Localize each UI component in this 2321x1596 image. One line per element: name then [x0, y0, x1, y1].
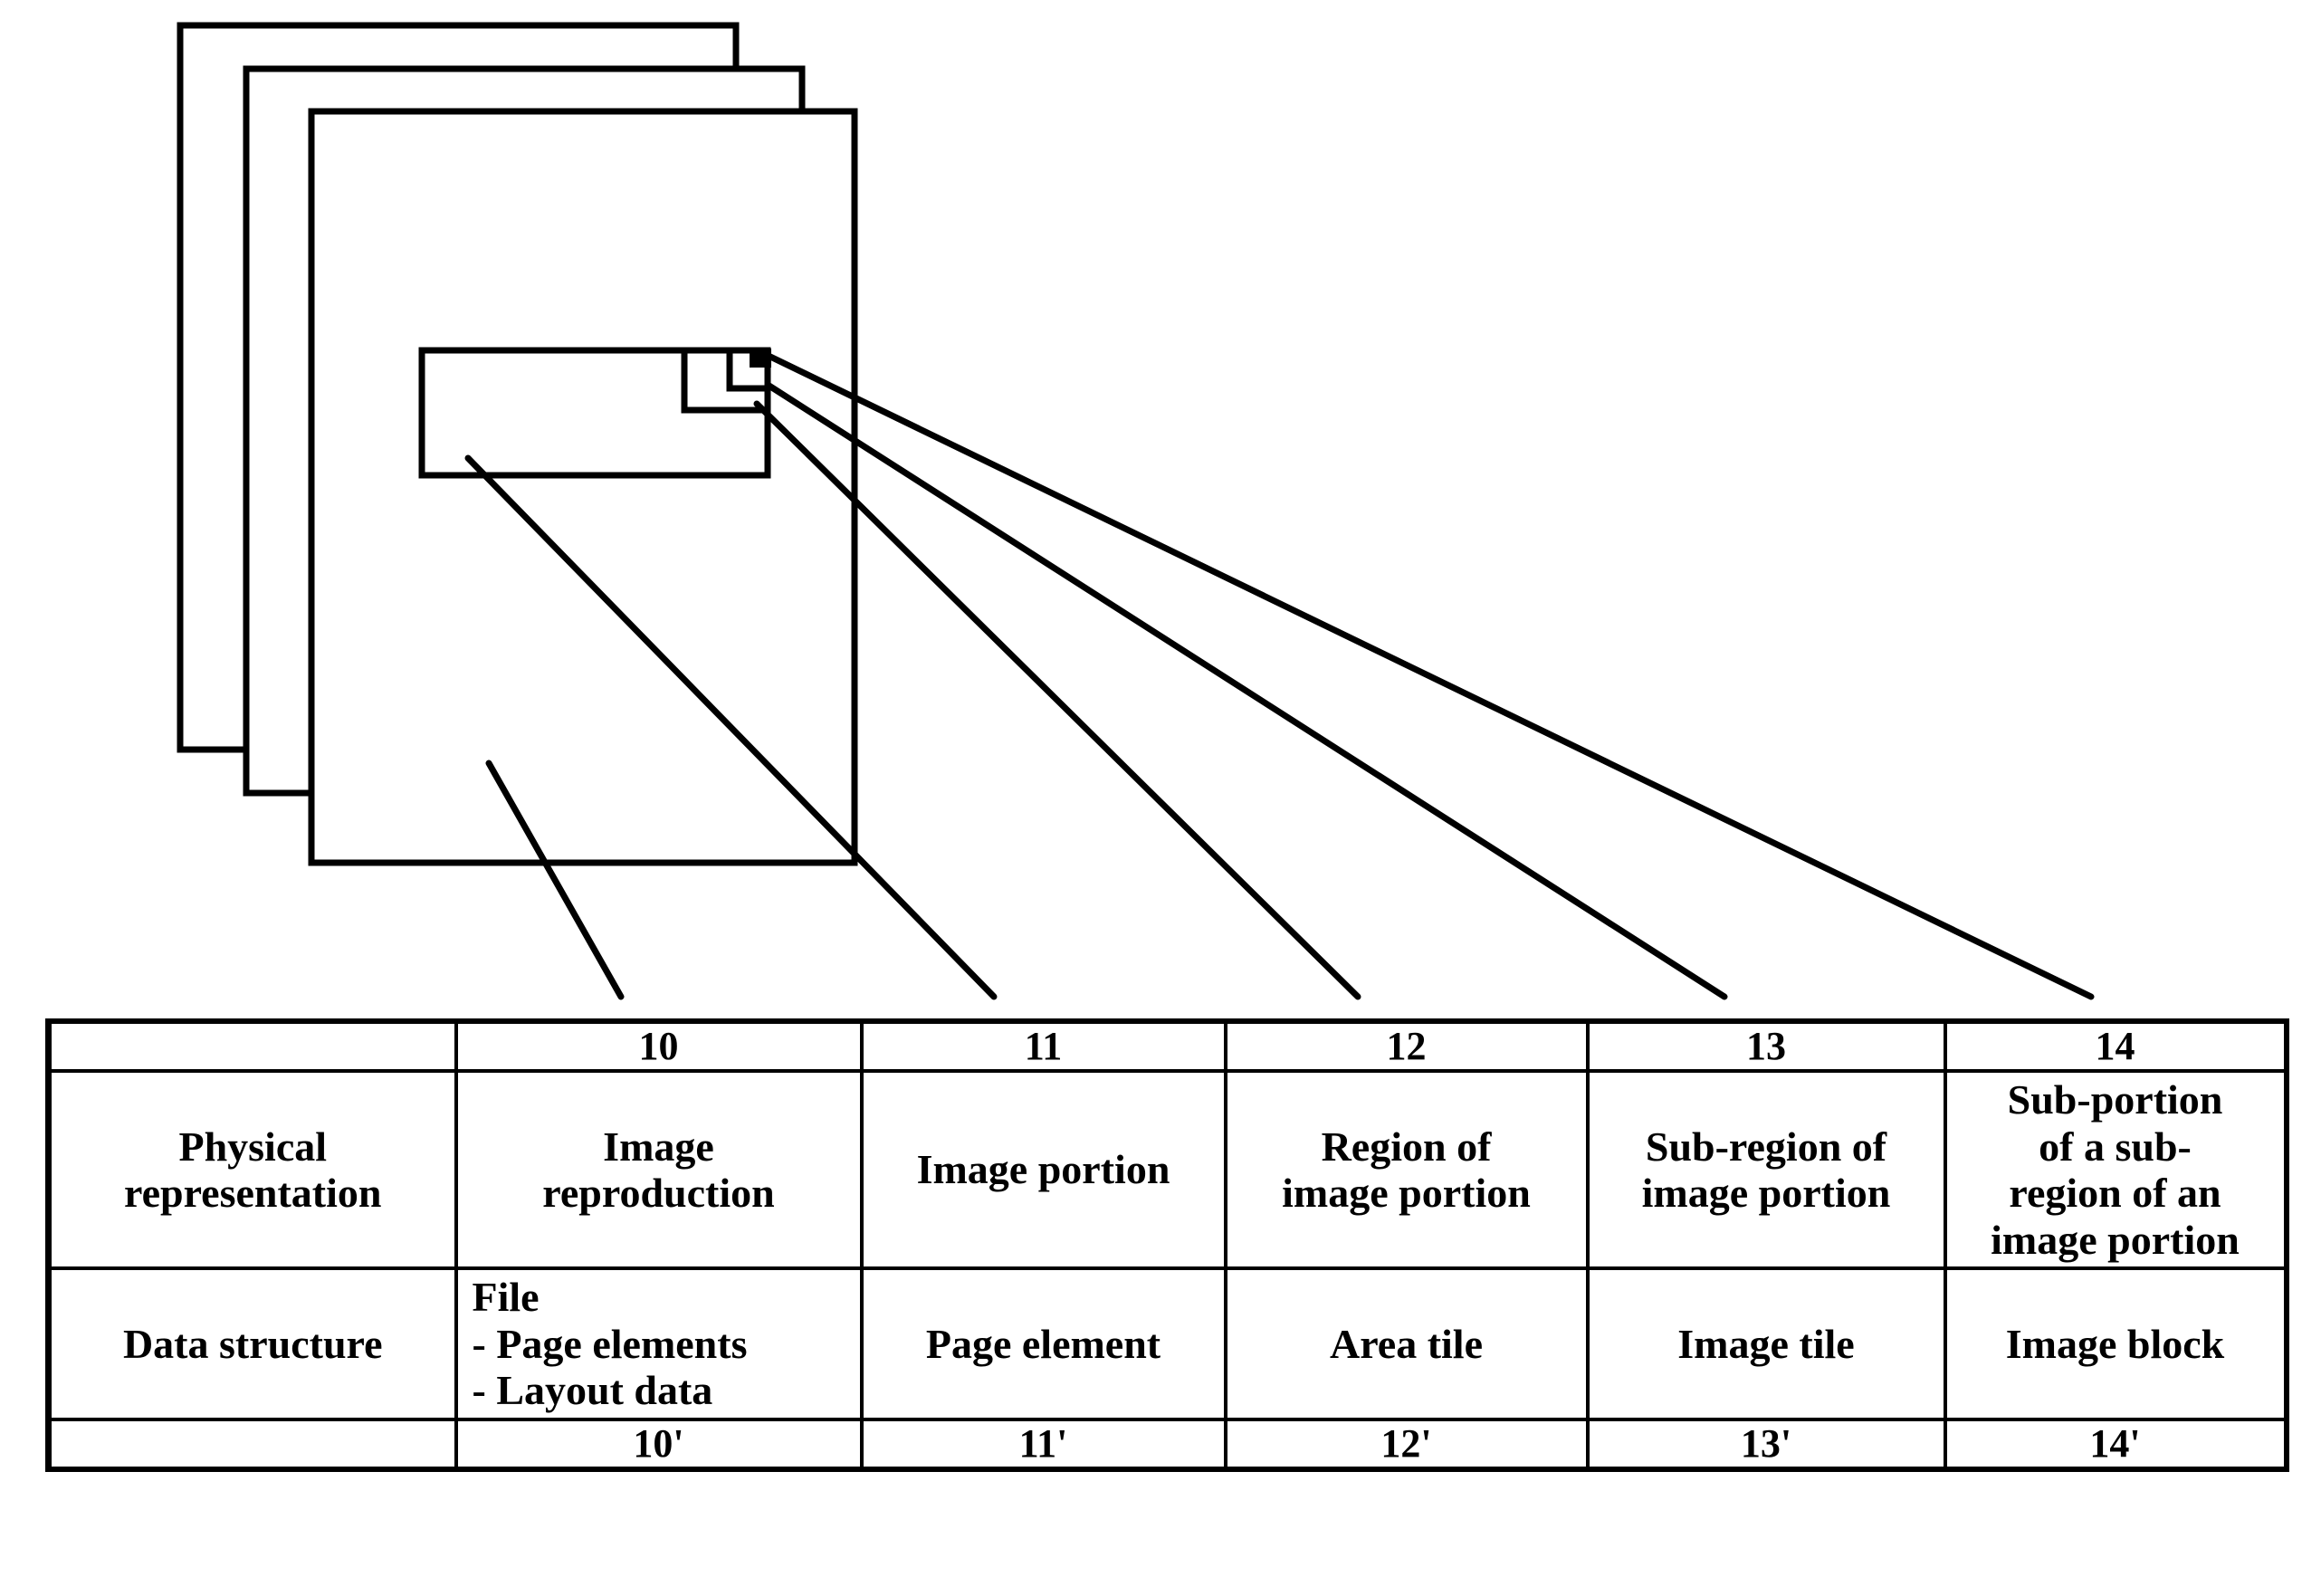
cell-line: File	[472, 1274, 540, 1321]
cell-ref-bottom-11p: 11'	[859, 1417, 1227, 1472]
cell-line: - Layout data	[472, 1367, 713, 1414]
leader-line-14	[767, 353, 2095, 1000]
table-row-reference-bottom: 10' 11' 12' 13' 14'	[45, 1417, 2289, 1472]
cell-line: Image portion	[916, 1146, 1170, 1193]
cell-line: image portion	[1991, 1216, 2240, 1263]
page-sheet-back	[177, 22, 740, 753]
cell-line: reproduction	[542, 1170, 775, 1217]
cell-sub-portion-of-sub-region: Sub-portion of a sub-region of an image po…	[1943, 1068, 2289, 1271]
cell-region-of-image-portion: Region of image portion	[1223, 1068, 1590, 1271]
page-sheet-middle	[243, 65, 806, 797]
leader-line-13	[764, 381, 1728, 1000]
table-row-reference-top: 10 11 12 13 14	[45, 1018, 2289, 1073]
cell-line: of a sub-	[2039, 1123, 2192, 1170]
cell-page-element: Page element	[859, 1266, 1227, 1421]
cell-image-portion: Image portion	[859, 1068, 1227, 1271]
cell-line: region of an	[2009, 1170, 2221, 1217]
image-tile-rect	[726, 347, 771, 392]
cell-ref-bottom-13p: 13'	[1585, 1417, 1947, 1472]
hierarchy-table: 10 11 12 13 14 Physical representation Im…	[45, 1018, 2289, 1472]
cell-line: image portion	[1282, 1170, 1531, 1217]
cell-image-block: Image block	[1943, 1266, 2289, 1421]
cell-ref-bottom-12p: 12'	[1223, 1417, 1590, 1472]
cell-line: Area tile	[1329, 1320, 1484, 1367]
cell-line: Image block	[2005, 1320, 2225, 1367]
cell-ref-top-14: 14	[1943, 1018, 2289, 1073]
cell-ref-top-10: 10	[454, 1018, 864, 1073]
cell-sub-region-of-image-portion: Sub-region of image portion	[1585, 1068, 1947, 1271]
cell-line: representation	[124, 1170, 382, 1217]
area-tile-rect	[681, 347, 771, 414]
cell-area-tile: Area tile	[1223, 1266, 1590, 1421]
table-row-data-structure: Data structure File - Page elements - Layo…	[45, 1266, 2289, 1421]
cell-image-reproduction: Image reproduction	[454, 1068, 864, 1271]
cell-line: Image tile	[1677, 1320, 1855, 1367]
cell-line: Sub-portion	[2007, 1076, 2223, 1123]
cell-line: Physical	[178, 1123, 328, 1170]
cell-line: Image	[603, 1123, 714, 1170]
cell-ref-top-11: 11	[859, 1018, 1227, 1073]
leader-line-12	[753, 400, 1361, 1000]
cell-ref-bottom-0	[45, 1417, 458, 1472]
cell-ref-bottom-14p: 14'	[1943, 1417, 2289, 1472]
page-sheet-front	[308, 108, 858, 866]
cell-file-page-elements-layout-data: File - Page elements - Layout data	[454, 1266, 864, 1421]
cell-line: - Page elements	[472, 1320, 748, 1367]
cell-image-tile: Image tile	[1585, 1266, 1947, 1421]
cell-line: Page element	[925, 1320, 1161, 1367]
cell-physical-representation: Physical representation	[45, 1068, 458, 1271]
table-row-physical-representation: Physical representation Image reproduction…	[45, 1068, 2289, 1271]
cell-data-structure: Data structure	[45, 1266, 458, 1421]
cell-ref-top-0	[45, 1018, 458, 1073]
leader-line-10	[485, 760, 625, 1000]
cell-line: Sub-region of	[1645, 1123, 1887, 1170]
image-block-rect	[750, 349, 771, 368]
image-portion-rect	[418, 347, 771, 479]
cell-ref-top-12: 12	[1223, 1018, 1590, 1073]
cell-ref-bottom-10p: 10'	[454, 1417, 864, 1472]
cell-line: Region of	[1321, 1123, 1492, 1170]
cell-ref-top-13: 13	[1585, 1018, 1947, 1073]
cell-line: image portion	[1641, 1170, 1891, 1217]
cell-line: Data structure	[122, 1320, 383, 1367]
leader-line-11	[464, 454, 998, 1000]
